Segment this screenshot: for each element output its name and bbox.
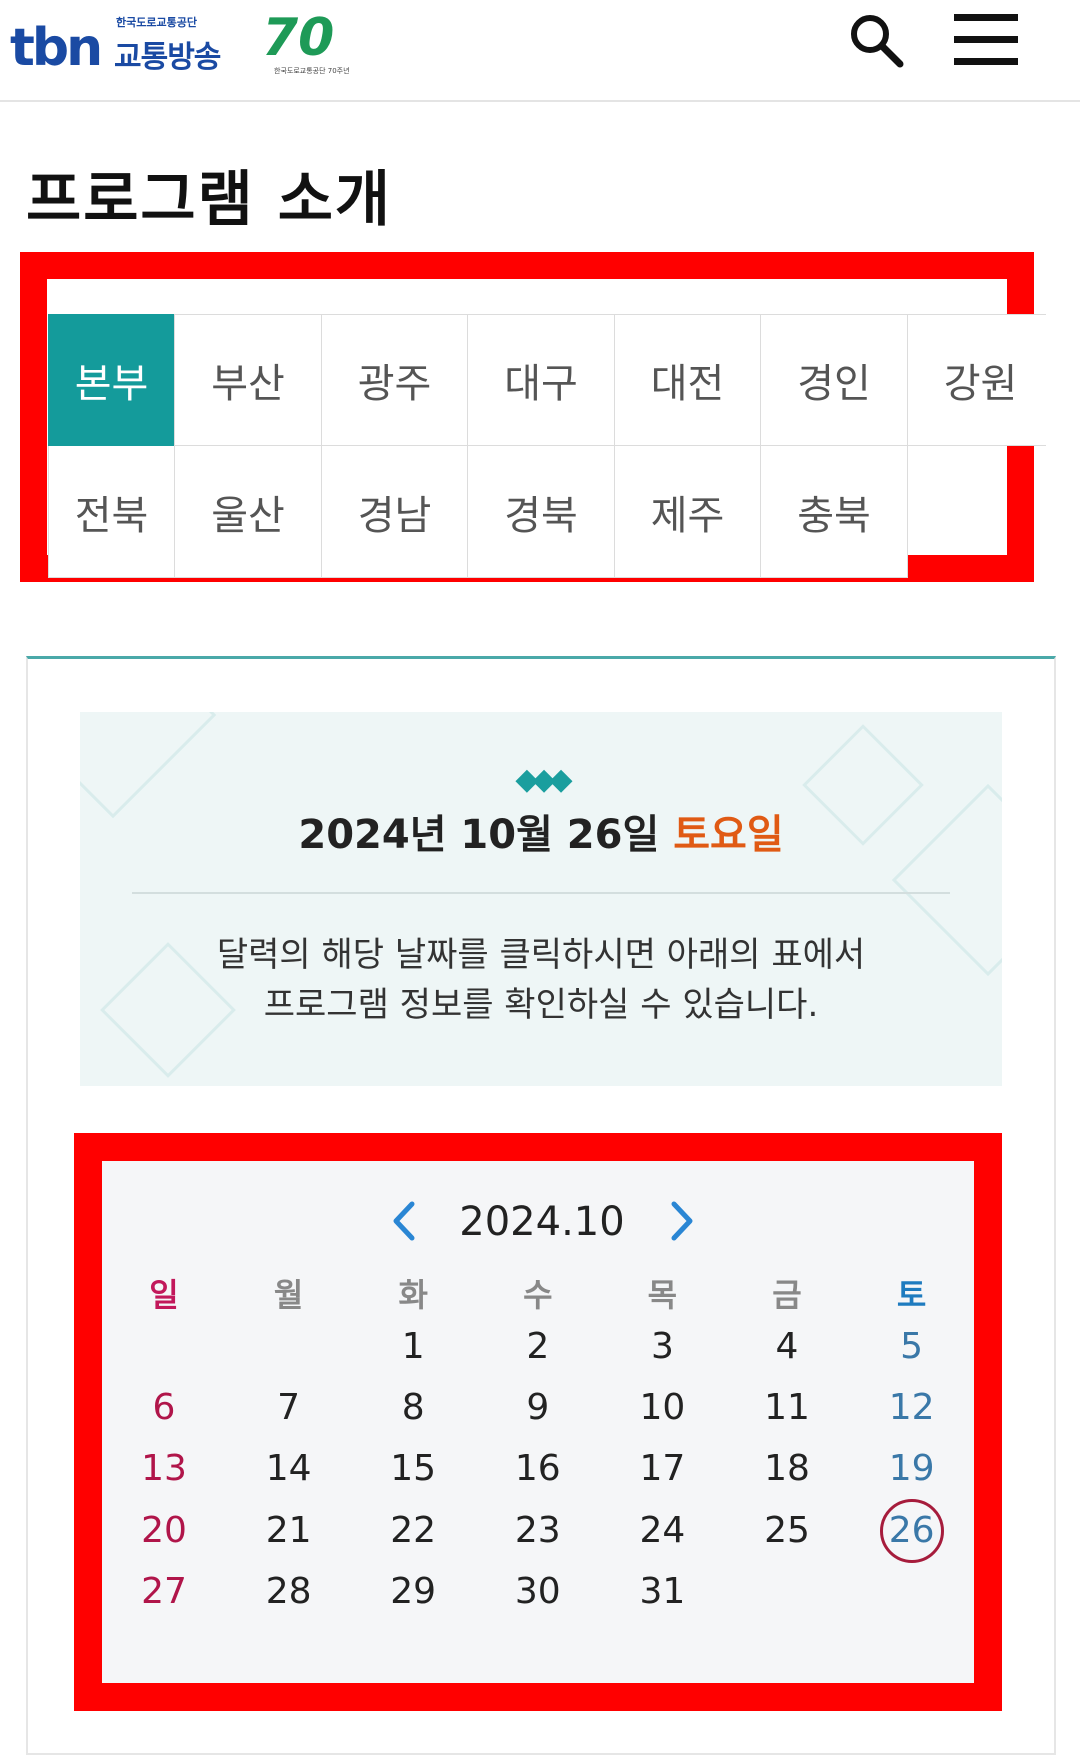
calendar-prev-button[interactable] xyxy=(384,1196,424,1246)
search-icon xyxy=(851,15,904,68)
region-tab-jeonbuk[interactable]: 전북 xyxy=(48,446,174,578)
region-tab-chungbuk[interactable]: 충북 xyxy=(760,446,908,578)
calendar-nav: 2024.10 xyxy=(102,1190,974,1256)
calendar-day-5[interactable]: 5 xyxy=(850,1318,974,1376)
region-tab-gwangju[interactable]: 광주 xyxy=(321,314,467,446)
calendar-day-12[interactable]: 12 xyxy=(850,1379,974,1437)
calendar-day-27[interactable]: 27 xyxy=(102,1563,226,1621)
selected-date: 2024년 10월 26일 토요일 xyxy=(80,802,1002,860)
calendar-day-13[interactable]: 13 xyxy=(102,1440,226,1498)
selected-day-ring xyxy=(879,1499,944,1563)
calendar-next-button[interactable] xyxy=(662,1196,702,1246)
region-tab-gangwon[interactable]: 강원 xyxy=(907,314,1046,446)
calendar-day-1[interactable]: 1 xyxy=(351,1318,475,1376)
calendar-day-17[interactable]: 17 xyxy=(600,1440,724,1498)
banner-divider xyxy=(132,892,950,894)
logo-subtitle: 한국도로교통공단 xyxy=(116,16,197,29)
weekday-header-mon: 월 xyxy=(273,1276,304,1314)
calendar-month-label: 2024.10 xyxy=(459,1199,625,1245)
calendar-day-16[interactable]: 16 xyxy=(476,1440,600,1498)
date-banner: ◆◆◆ 2024년 10월 26일 토요일 달력의 해당 날짜를 클릭하시면 아… xyxy=(80,712,1002,1086)
calendar-day-21[interactable]: 21 xyxy=(227,1502,351,1560)
calendar-day-31[interactable]: 31 xyxy=(600,1563,724,1621)
search-button[interactable] xyxy=(846,10,908,72)
calendar-day-15[interactable]: 15 xyxy=(351,1440,475,1498)
calendar-day-24[interactable]: 24 xyxy=(600,1502,724,1560)
region-tab-daegu[interactable]: 대구 xyxy=(467,314,614,446)
anniversary-caption: 한국도로교통공단 70주년 xyxy=(274,67,350,75)
calendar-day-11[interactable]: 11 xyxy=(725,1379,849,1437)
region-tabs: 본부 부산 광주 대구 대전 경인 강원 전북 울산 경남 경북 제주 충북 xyxy=(48,314,1046,580)
instruction-line-1: 달력의 해당 날짜를 클릭하시면 아래의 표에서 xyxy=(216,935,866,975)
region-tab-bonbu[interactable]: 본부 xyxy=(48,314,174,446)
region-tab-jeju[interactable]: 제주 xyxy=(614,446,760,578)
diamonds-ornament: ◆◆◆ xyxy=(515,762,572,797)
hamburger-menu-icon xyxy=(954,14,1018,65)
calendar-day-29[interactable]: 29 xyxy=(351,1563,475,1621)
calendar-day-9[interactable]: 9 xyxy=(476,1379,600,1437)
calendar-day-25[interactable]: 25 xyxy=(725,1502,849,1560)
weekday-header-wed: 수 xyxy=(523,1276,553,1314)
weekday-header-sun: 일 xyxy=(149,1276,179,1314)
region-tab-ulsan[interactable]: 울산 xyxy=(174,446,321,578)
selected-weekday: 토요일 xyxy=(673,812,784,858)
calendar-day-14[interactable]: 14 xyxy=(227,1440,351,1498)
calendar-day-10[interactable]: 10 xyxy=(600,1379,724,1437)
region-tab-gyeongin[interactable]: 경인 xyxy=(760,314,907,446)
calendar-day-3[interactable]: 3 xyxy=(600,1318,724,1376)
logo-name: 교통방송 xyxy=(114,40,221,75)
page-title: 프로그램 소개 xyxy=(26,165,393,235)
calendar-day-18[interactable]: 18 xyxy=(725,1440,849,1498)
calendar-day-7[interactable]: 7 xyxy=(227,1379,351,1437)
logo-tbn-text: tbn xyxy=(10,18,103,78)
region-tab-gyeongbuk[interactable]: 경북 xyxy=(467,446,614,578)
anniversary-number: 70 xyxy=(262,8,335,68)
calendar-day-19[interactable]: 19 xyxy=(850,1440,974,1498)
calendar-day-30[interactable]: 30 xyxy=(476,1563,600,1621)
calendar-day-2[interactable]: 2 xyxy=(476,1318,600,1376)
calendar-day-28[interactable]: 28 xyxy=(227,1563,351,1621)
weekday-header-sat: 토 xyxy=(896,1276,927,1314)
calendar-day-23[interactable]: 23 xyxy=(476,1502,600,1560)
region-tab-gyeongnam[interactable]: 경남 xyxy=(321,446,467,578)
selected-date-text: 2024년 10월 26일 xyxy=(298,812,660,858)
weekday-header-thu: 목 xyxy=(647,1276,678,1314)
calendar-day-6[interactable]: 6 xyxy=(102,1379,226,1437)
chevron-left-icon xyxy=(393,1201,415,1241)
region-tab-busan[interactable]: 부산 xyxy=(174,314,321,446)
weekday-header-tue: 화 xyxy=(398,1276,428,1314)
menu-button[interactable] xyxy=(952,12,1020,68)
site-header: tbn 한국도로교통공단 교통방송 70 한국도로교통공단 70주년 xyxy=(0,0,1080,102)
calendar-day-4[interactable]: 4 xyxy=(725,1318,849,1376)
calendar-day-8[interactable]: 8 xyxy=(351,1379,475,1437)
tbn-logo[interactable]: tbn 한국도로교통공단 교통방송 xyxy=(10,14,225,78)
calendar-day-20[interactable]: 20 xyxy=(102,1502,226,1560)
banner-instruction: 달력의 해당 날짜를 클릭하시면 아래의 표에서 프로그램 정보를 확인하실 수… xyxy=(80,930,1002,1030)
region-tab-daejeon[interactable]: 대전 xyxy=(614,314,760,446)
weekday-header-fri: 금 xyxy=(772,1276,802,1314)
chevron-right-icon xyxy=(671,1201,693,1241)
instruction-line-2: 프로그램 정보를 확인하실 수 있습니다. xyxy=(263,985,819,1025)
anniversary-logo: 70 한국도로교통공단 70주년 xyxy=(262,10,354,76)
calendar-day-22[interactable]: 22 xyxy=(351,1502,475,1560)
